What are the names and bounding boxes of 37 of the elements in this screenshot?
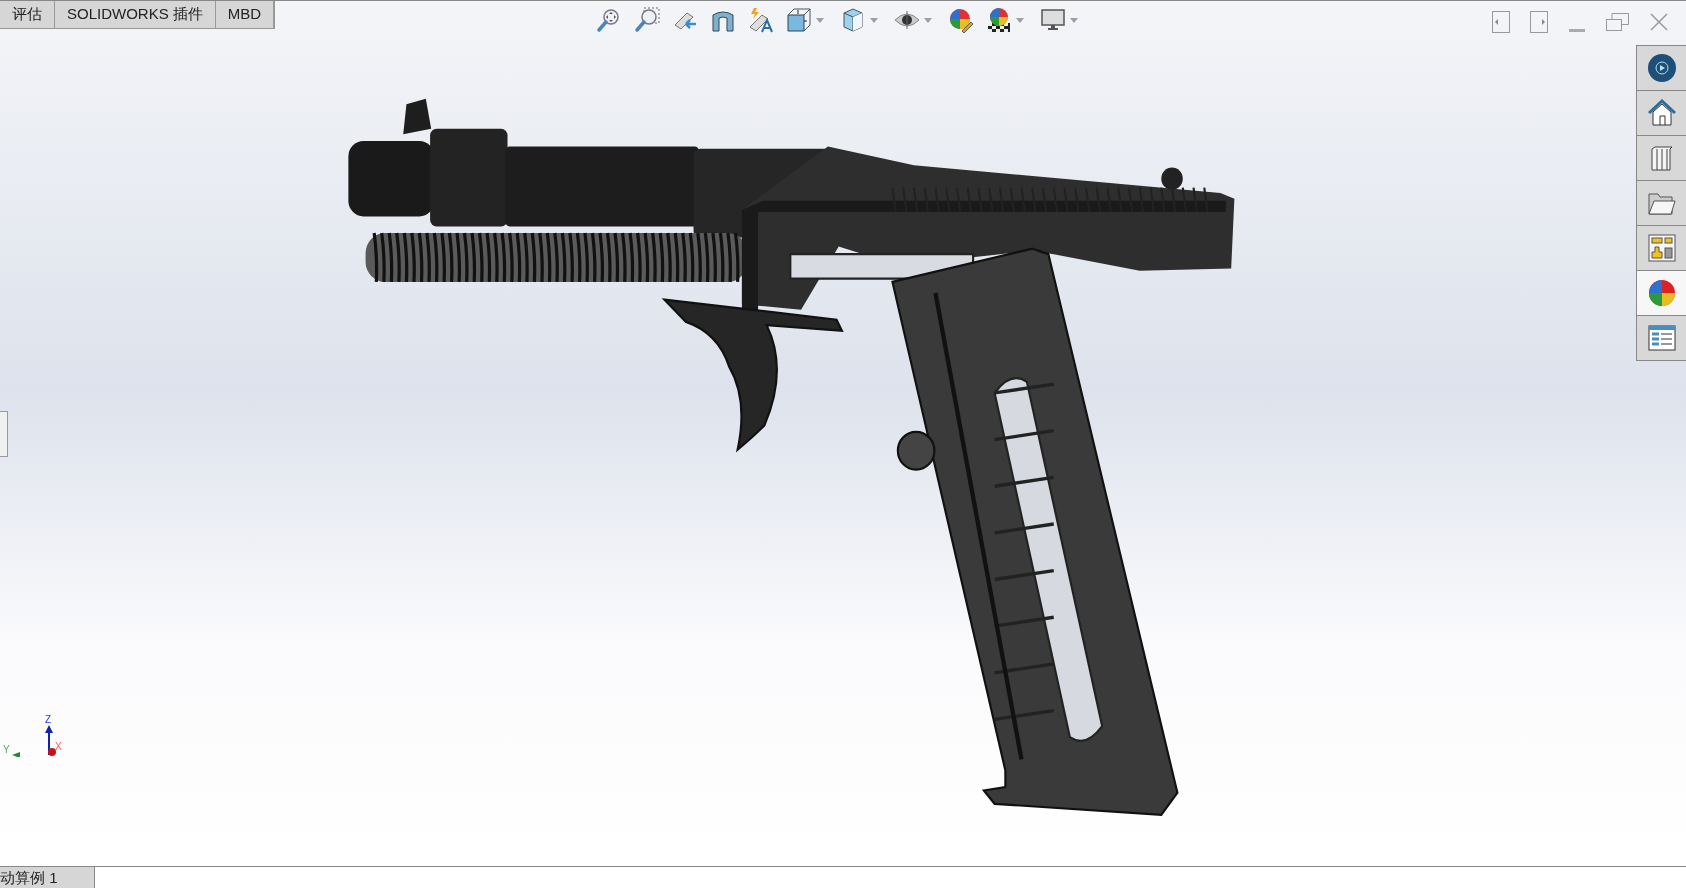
task-pane-tab[interactable]	[1637, 181, 1686, 226]
command-tab[interactable]: SOLIDWORKS 插件	[55, 1, 216, 28]
caret-icon[interactable]	[870, 17, 878, 23]
zoom-area-icon[interactable]	[634, 7, 660, 33]
dock-right-icon[interactable]	[1530, 11, 1548, 33]
panel-expand-handle[interactable]	[0, 411, 8, 457]
dock-left-icon[interactable]	[1492, 11, 1510, 33]
appearance-ball-icon	[1646, 278, 1677, 308]
list-icon	[1646, 323, 1677, 353]
task-pane-tab[interactable]	[1637, 46, 1686, 91]
caret-icon[interactable]	[924, 17, 932, 23]
caret-icon[interactable]	[816, 17, 824, 23]
task-pane-tab[interactable]	[1637, 91, 1686, 136]
study-tab[interactable]: 动算例 1	[0, 867, 95, 888]
scene-ball-icon[interactable]	[986, 7, 1012, 33]
close-icon[interactable]	[1650, 13, 1668, 31]
caret-icon[interactable]	[1070, 17, 1078, 23]
command-tab[interactable]: 评估	[0, 1, 55, 28]
appearance-ball-icon[interactable]	[948, 7, 974, 33]
task-pane-tab[interactable]	[1637, 136, 1686, 181]
play-dial-icon	[1646, 53, 1677, 83]
home-icon	[1646, 98, 1677, 128]
task-pane-tab[interactable]	[1637, 316, 1686, 361]
monitor-icon[interactable]	[1040, 7, 1066, 33]
caret-icon[interactable]	[1016, 17, 1024, 23]
restore-icon[interactable]	[1606, 11, 1630, 33]
zoom-fit-icon[interactable]	[596, 7, 622, 33]
annotation-icon[interactable]	[748, 7, 774, 33]
view-orientation-icon[interactable]	[786, 7, 812, 33]
axis-label: Z	[45, 715, 52, 725]
command-tab[interactable]: MBD	[215, 1, 275, 28]
layout-icon	[1646, 233, 1677, 263]
cube-icon[interactable]	[840, 7, 866, 33]
axis-label: Y	[3, 745, 10, 755]
task-pane-tab[interactable]	[1637, 271, 1686, 316]
axis-label: X	[55, 742, 62, 752]
task-pane-tab[interactable]	[1637, 226, 1686, 271]
